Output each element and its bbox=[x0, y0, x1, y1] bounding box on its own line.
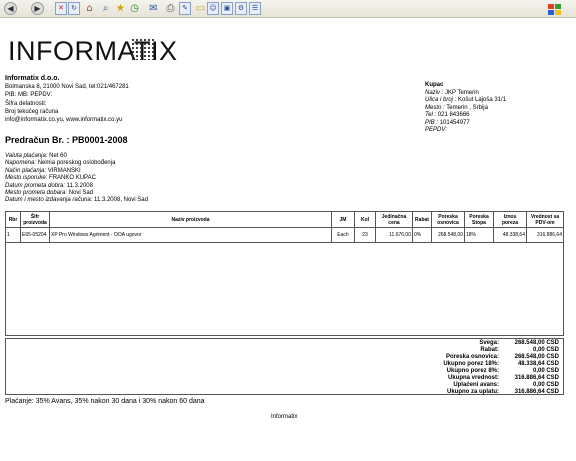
customer-pepdv-label: PEPDV: bbox=[425, 127, 447, 133]
edit-icon[interactable]: ✎ bbox=[179, 2, 191, 15]
total-row: Svega: 268.548,00 CSD bbox=[479, 340, 559, 346]
customer-city: Temerin , Srbija bbox=[446, 104, 488, 111]
stop-icon[interactable]: ✕ bbox=[55, 2, 67, 15]
customer-pib-label: PIB : bbox=[425, 119, 439, 126]
customer-name-label: Naziv : bbox=[425, 89, 444, 96]
tools-icon[interactable]: ⚙ bbox=[235, 2, 247, 15]
customer-heading: Kupac bbox=[425, 82, 444, 88]
meta-row: Datum i mesto izdavanja računa: 11.3.200… bbox=[5, 197, 148, 204]
forward-icon[interactable]: ▶ bbox=[31, 2, 44, 15]
company-account: Broj tekućeg računa bbox=[5, 108, 59, 115]
discuss-icon[interactable]: ☰ bbox=[249, 2, 261, 15]
search-icon[interactable]: ⌕ bbox=[99, 2, 112, 15]
favorites-icon[interactable]: ★ bbox=[114, 2, 127, 15]
customer-name: JKP Temerin bbox=[445, 89, 479, 96]
table-empty-area bbox=[5, 240, 564, 336]
history-icon[interactable]: ◷ bbox=[128, 2, 141, 15]
payment-terms: Plaćanje: 35% Avans, 35% nakon 30 dana i… bbox=[5, 398, 205, 405]
total-row: Ukupna vrednost: 316.886,64 CSD bbox=[447, 375, 559, 381]
meta-row: Mesto isporuke: FRANKO KUPAC bbox=[5, 175, 96, 182]
print-icon[interactable]: ⎙ bbox=[164, 2, 177, 15]
items-table: Rbr Šifr proizvoda Naziv proizvoda JM Ko… bbox=[5, 211, 564, 243]
customer-city-label: Mesto : bbox=[425, 104, 445, 111]
company-sifra: Šifra delatnosti: bbox=[5, 100, 47, 107]
col-iznos: Iznos poreza bbox=[493, 211, 527, 228]
company-info: Informatix d.o.o. Bolmanska 8, 21000 Nov… bbox=[5, 75, 129, 124]
meta-row: Valuta plaćanja: Net 60 bbox=[5, 153, 67, 159]
total-row: Ukupno porez 8%: 0,00 CSD bbox=[446, 368, 559, 374]
total-row: Rabat: 0,00 CSD bbox=[480, 347, 559, 353]
col-jm: JM bbox=[331, 211, 355, 228]
company-contact: info@informatix.co.yu, www.informatix.co… bbox=[5, 117, 123, 124]
col-naziv: Naziv proizvoda bbox=[49, 211, 332, 228]
customer-street-label: Ulica i broj : bbox=[425, 97, 457, 103]
col-rbr: Rbr bbox=[5, 211, 21, 228]
research-icon[interactable]: ▣ bbox=[221, 2, 233, 15]
company-pib: PIB: MB: PEPDV: bbox=[5, 92, 53, 99]
total-row: Poreska osnovica: 268.548,00 CSD bbox=[445, 354, 559, 360]
customer-pib: 101454977 bbox=[439, 119, 470, 126]
document-title: Predračun Br. : PB0001-2008 bbox=[5, 135, 128, 145]
col-cena: Jedinačna cena bbox=[375, 211, 413, 228]
customer-info: Kupac Naziv : JKP Temerin Ulica i broj :… bbox=[425, 82, 506, 135]
back-icon[interactable]: ◀ bbox=[4, 2, 17, 15]
logo-dots-graphic bbox=[131, 38, 155, 60]
total-row-grand: Ukupno za uplatu: 316.886,64 CSD bbox=[447, 389, 559, 395]
browser-toolbar: ◀ ▶ ✕ ↻ ⌂ ⌕ ★ ◷ ✉ ⎙ ✎ ▭ ☺ ▣ ⚙ ☰ bbox=[0, 0, 576, 18]
totals-box: Svega: 268.548,00 CSD Rabat: 0,00 CSD Pore… bbox=[5, 338, 564, 395]
home-icon[interactable]: ⌂ bbox=[83, 2, 96, 15]
document-page: INFORMATIX Informatix d.o.o. Bolmanska 8… bbox=[0, 18, 576, 461]
company-address: Bolmanska 8, 21000 Novi Sad, tel:021/467… bbox=[5, 84, 129, 91]
footer-text: Informatix bbox=[271, 414, 298, 420]
customer-tel: 021 843666 bbox=[437, 112, 470, 118]
col-stopa: Poreska Stopa bbox=[464, 211, 494, 228]
refresh-icon[interactable]: ↻ bbox=[68, 2, 80, 15]
customer-tel-label: Tel : bbox=[425, 112, 437, 118]
meta-row: Datum prometa dobra: 11.3.2008 bbox=[5, 182, 93, 189]
meta-row: Mesto prometa dobara: Novi Sad bbox=[5, 190, 94, 197]
windows-logo-icon bbox=[544, 0, 574, 16]
total-row: Ukupno porez 18%: 48.338,64 CSD bbox=[443, 361, 559, 367]
col-sifra: Šifr proizvoda bbox=[20, 211, 50, 228]
mail-icon[interactable]: ✉ bbox=[147, 2, 160, 15]
table-header-row: Rbr Šifr proizvoda Naziv proizvoda JM Ko… bbox=[5, 211, 564, 228]
folder-icon[interactable]: ▭ bbox=[194, 2, 207, 15]
col-rabat: Rabat bbox=[412, 211, 432, 228]
company-name: Informatix d.o.o. bbox=[5, 75, 60, 82]
col-kol: Kol bbox=[354, 211, 376, 228]
document-meta: Valuta plaćanja: Net 60 Napomena: Nemia … bbox=[5, 153, 148, 205]
total-row: Uplaćeni avans: 0,00 CSD bbox=[453, 382, 559, 388]
meta-row: Napomena: Nemia poreskog oslobođenja bbox=[5, 160, 116, 167]
col-osnovica: Poreska osnovica bbox=[431, 211, 465, 228]
col-vrednost: Vrednost sa PDV-om bbox=[526, 211, 564, 228]
customer-street: Košut Lajoša 31/1 bbox=[458, 97, 507, 103]
meta-row: Način plaćanja: VIRMANSKI bbox=[5, 167, 81, 174]
messenger-icon[interactable]: ☺ bbox=[207, 2, 219, 15]
